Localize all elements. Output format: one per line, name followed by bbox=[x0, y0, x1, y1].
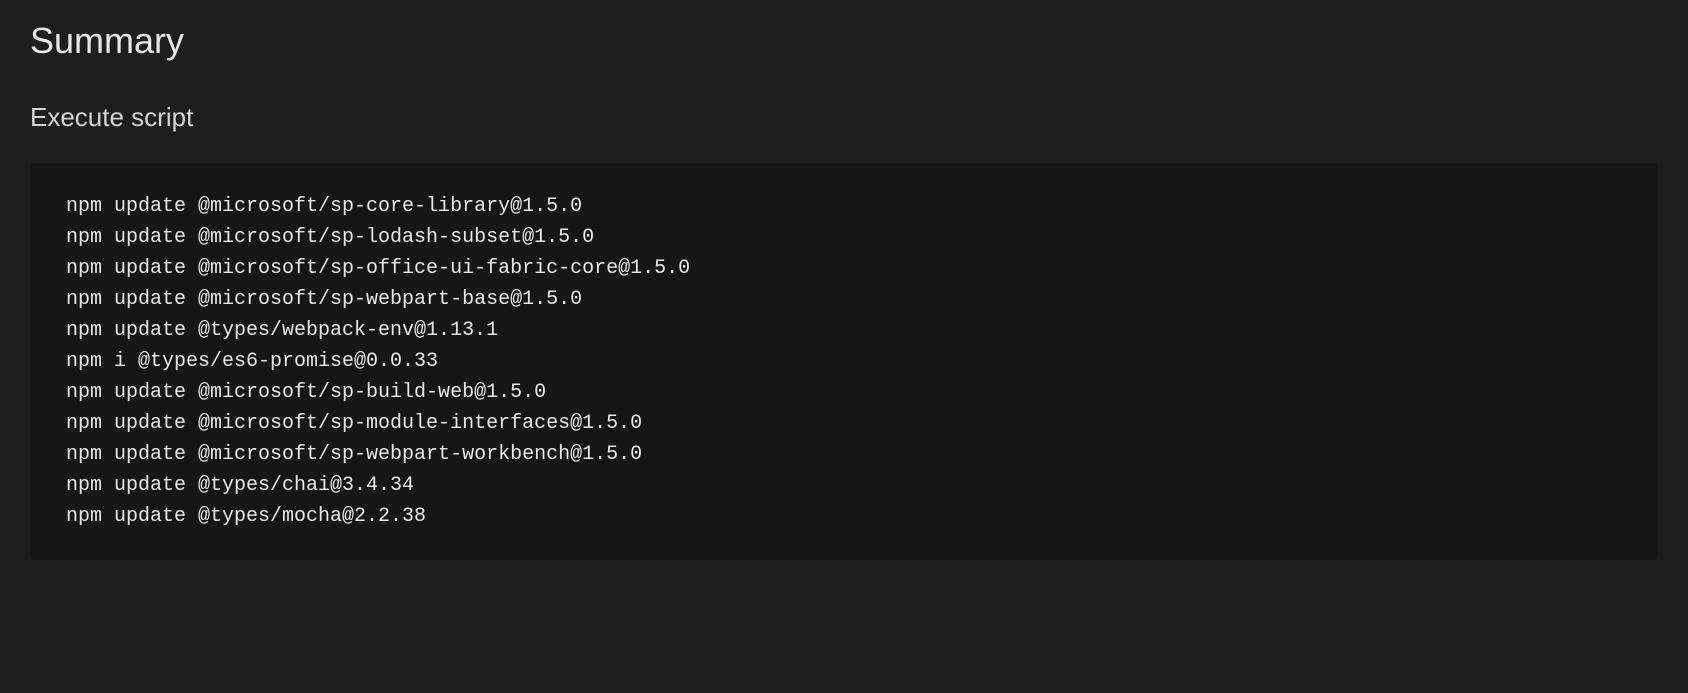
execute-script-heading: Execute script bbox=[30, 102, 1658, 133]
summary-heading: Summary bbox=[30, 20, 1658, 62]
script-line: npm update @microsoft/sp-module-interfac… bbox=[66, 408, 1622, 439]
script-line: npm update @microsoft/sp-webpart-workben… bbox=[66, 439, 1622, 470]
script-line: npm update @microsoft/sp-webpart-base@1.… bbox=[66, 284, 1622, 315]
script-line: npm update @microsoft/sp-office-ui-fabri… bbox=[66, 253, 1622, 284]
script-line: npm update @types/chai@3.4.34 bbox=[66, 470, 1622, 501]
script-line: npm update @types/webpack-env@1.13.1 bbox=[66, 315, 1622, 346]
script-line: npm update @microsoft/sp-build-web@1.5.0 bbox=[66, 377, 1622, 408]
script-line: npm i @types/es6-promise@0.0.33 bbox=[66, 346, 1622, 377]
script-code-block[interactable]: npm update @microsoft/sp-core-library@1.… bbox=[30, 163, 1658, 560]
script-line: npm update @microsoft/sp-core-library@1.… bbox=[66, 191, 1622, 222]
script-line: npm update @microsoft/sp-lodash-subset@1… bbox=[66, 222, 1622, 253]
script-line: npm update @types/mocha@2.2.38 bbox=[66, 501, 1622, 532]
